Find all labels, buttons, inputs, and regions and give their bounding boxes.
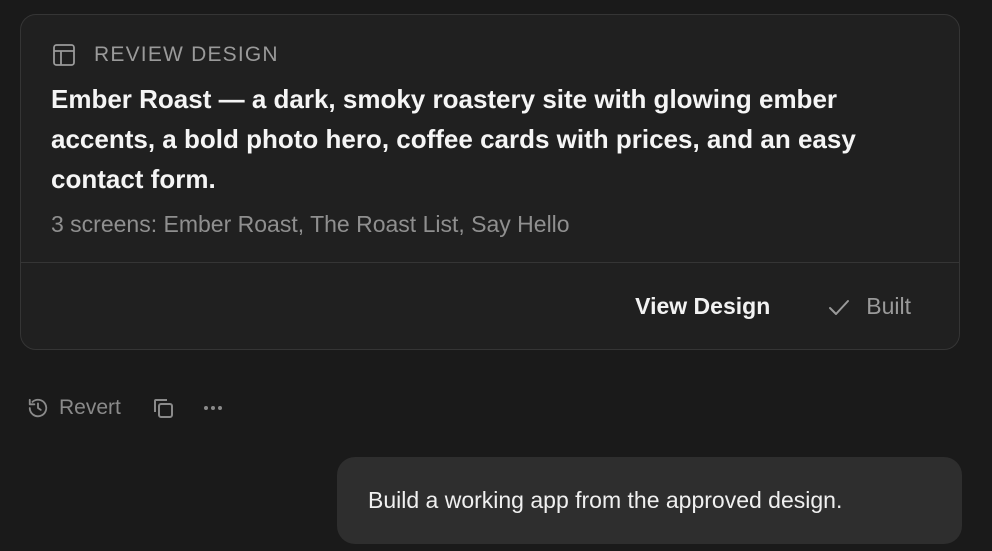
built-label: Built [866, 293, 911, 319]
user-message-bubble: Build a working app from the approved de… [337, 457, 962, 544]
card-divider [21, 262, 959, 263]
card-header: REVIEW DESIGN [52, 43, 279, 67]
screens-summary: 3 screens: Ember Roast, The Roast List, … [51, 211, 570, 237]
user-message-text: Build a working app from the approved de… [368, 487, 843, 513]
design-title: Ember Roast — a dark, smoky roastery sit… [51, 84, 856, 194]
message-toolbar: Revert [27, 396, 225, 420]
view-design-button[interactable]: View Design [635, 293, 770, 320]
review-design-card: REVIEW DESIGN Ember Roast — a dark, smok… [20, 14, 960, 350]
chat-page: REVIEW DESIGN Ember Roast — a dark, smok… [0, 0, 992, 551]
card-label: REVIEW DESIGN [94, 43, 279, 66]
layout-icon [52, 43, 76, 67]
history-icon [27, 397, 49, 419]
card-actions: View Design Built [635, 293, 911, 320]
more-horizontal-icon [201, 396, 225, 420]
copy-icon [151, 396, 175, 420]
revert-button[interactable]: Revert [27, 396, 121, 420]
built-status: Built [826, 293, 911, 320]
copy-button[interactable] [151, 396, 175, 420]
more-options-button[interactable] [201, 396, 225, 420]
check-icon [826, 294, 852, 320]
revert-label: Revert [59, 396, 121, 419]
